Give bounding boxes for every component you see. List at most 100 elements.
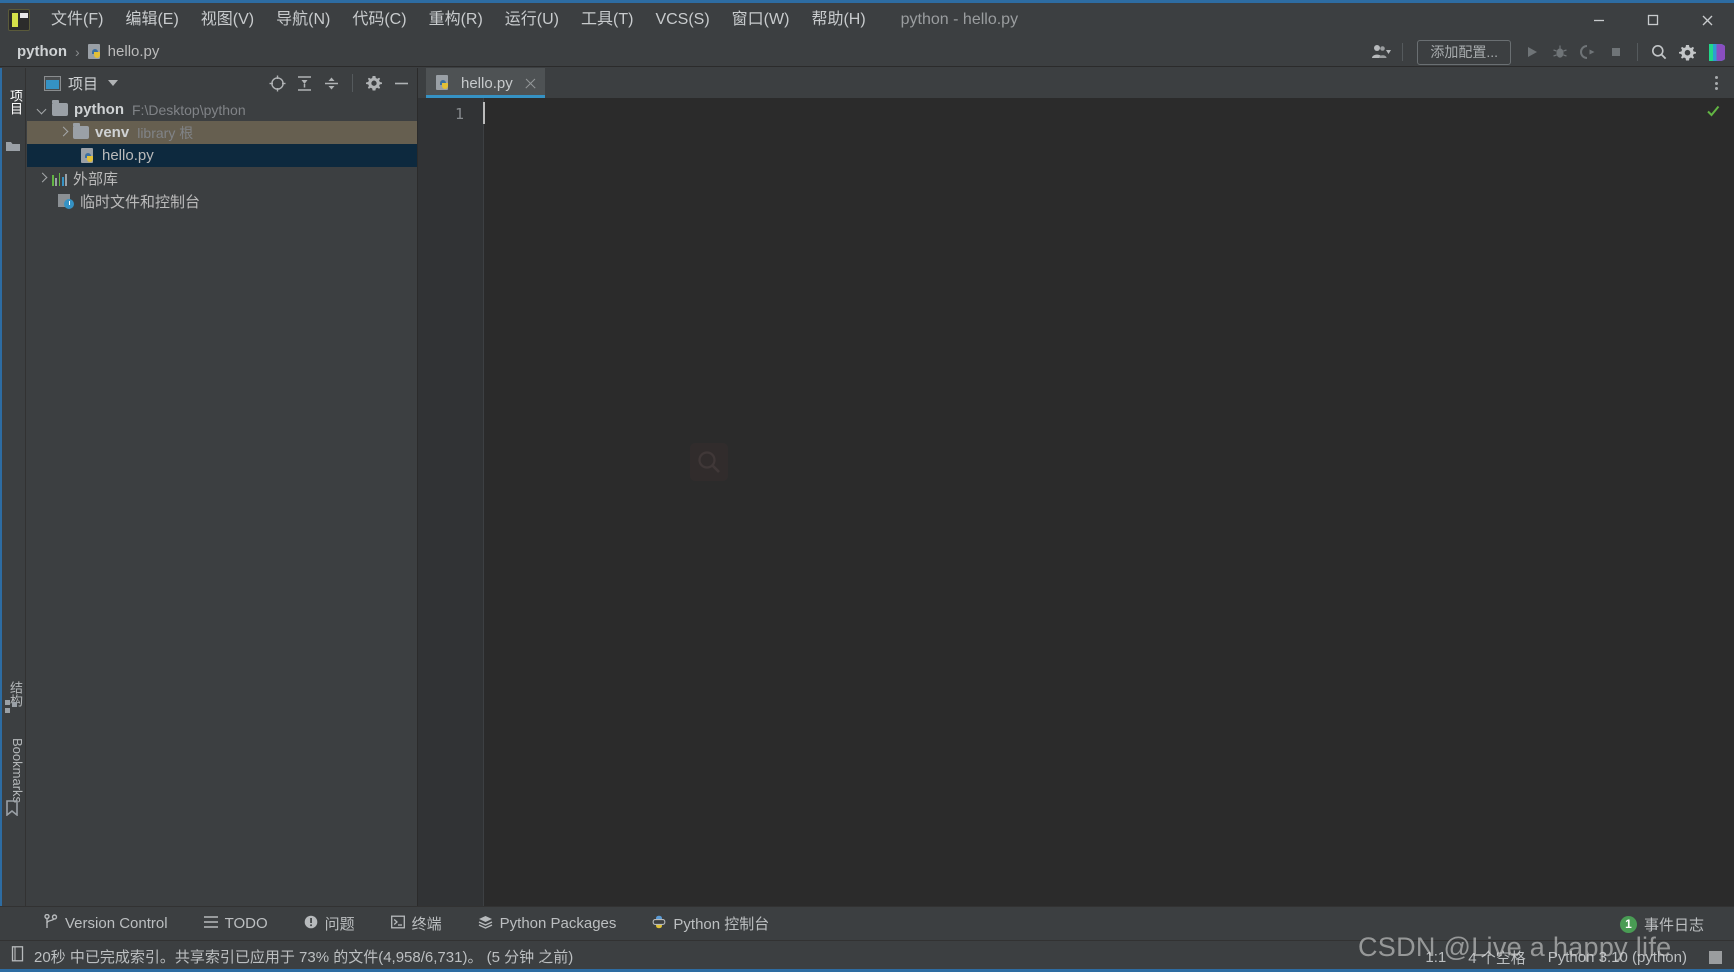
event-log-badge: 1 xyxy=(1619,915,1637,933)
tree-node-scratches-and-consoles[interactable]: 临时文件和控制台 xyxy=(27,190,417,213)
indent-setting[interactable]: 4 个空格 xyxy=(1468,947,1526,968)
tool-window-label: 问题 xyxy=(324,916,355,933)
chevron-right-icon[interactable] xyxy=(35,171,50,186)
project-panel-header: 项目 xyxy=(27,68,417,98)
settings-gear-icon[interactable] xyxy=(362,71,386,95)
window-title: python - hello.py xyxy=(900,11,1019,28)
minimize-button[interactable] xyxy=(1572,3,1626,37)
user-account-icon[interactable] xyxy=(1368,40,1394,64)
tree-node-python[interactable]: python F:\Desktop\python xyxy=(27,98,417,121)
menu-item-edit[interactable]: 编辑(E) xyxy=(114,6,189,34)
python-file-icon xyxy=(81,147,96,164)
menu-item-code[interactable]: 代码(C) xyxy=(341,6,417,34)
no-problems-ok-icon[interactable] xyxy=(1706,104,1720,118)
tool-window-todo[interactable]: TODO xyxy=(195,912,277,936)
breadcrumb-project[interactable]: python xyxy=(12,41,72,62)
menu-item-view[interactable]: 视图(V) xyxy=(190,6,265,34)
tool-window-label: 终端 xyxy=(411,916,442,933)
expand-all-icon[interactable] xyxy=(292,71,316,95)
tool-window-problems[interactable]: 问题 xyxy=(295,910,364,937)
search-everywhere-icon[interactable] xyxy=(1646,40,1672,64)
tool-window-label: Python 控制台 xyxy=(673,916,770,933)
tree-node-hello-py[interactable]: hello.py xyxy=(27,144,417,167)
tool-window-terminal[interactable]: 终端 xyxy=(382,910,451,937)
tool-window-event-log[interactable]: 1 事件日志 xyxy=(1611,911,1713,938)
chevron-right-icon[interactable] xyxy=(56,125,71,140)
external-libraries-icon xyxy=(52,172,67,186)
folder-icon xyxy=(73,123,89,139)
navbar-actions: 添加配置... xyxy=(1368,37,1728,67)
menu-item-tools[interactable]: 工具(T) xyxy=(570,6,644,34)
select-opened-file-icon[interactable] xyxy=(265,71,289,95)
python-file-icon xyxy=(436,75,451,91)
breadcrumb-separator: › xyxy=(75,43,80,60)
python-interpreter[interactable]: Python 3.10 (python) xyxy=(1548,949,1687,966)
maximize-button[interactable] xyxy=(1626,3,1680,37)
tool-window-label: TODO xyxy=(224,915,268,932)
chevron-down-icon[interactable] xyxy=(35,102,50,117)
tree-node-label: 临时文件和控制台 xyxy=(80,194,201,211)
left-stripe-accent xyxy=(0,68,2,906)
window-controls xyxy=(1572,3,1734,37)
menu-item-refactor[interactable]: 重构(R) xyxy=(418,6,494,34)
settings-gear-icon[interactable] xyxy=(1674,40,1700,64)
structure-grid-icon xyxy=(5,700,21,716)
editor-area: hello.py 1 xyxy=(418,68,1734,906)
pycharm-pro-icon[interactable] xyxy=(1702,40,1728,64)
debug-icon[interactable] xyxy=(1547,40,1573,64)
tool-window-version-control[interactable]: Version Control xyxy=(35,911,177,936)
panel-header-separator xyxy=(352,74,353,92)
editor-tab-label: hello.py xyxy=(461,74,513,92)
tree-node-tag: library 根 xyxy=(137,124,194,141)
tree-node-label: python xyxy=(74,101,124,118)
editor-fold-strip xyxy=(475,98,484,906)
bookmarks-icon[interactable] xyxy=(5,800,21,817)
breadcrumb-project-label: python xyxy=(17,43,67,60)
status-bar-left: 20秒 中已完成索引。共享索引已应用于 73% 的文件(4,958/6,731)… xyxy=(10,946,573,967)
tree-node-label: venv xyxy=(95,124,130,141)
menu-item-run[interactable]: 运行(U) xyxy=(494,6,570,34)
status-bar: 20秒 中已完成索引。共享索引已应用于 73% 的文件(4,958/6,731)… xyxy=(0,940,1734,972)
code-editor[interactable]: 1 xyxy=(418,98,1734,906)
run-with-coverage-icon[interactable] xyxy=(1575,40,1601,64)
add-configuration-button[interactable]: 添加配置... xyxy=(1417,39,1511,65)
chevron-down-icon[interactable] xyxy=(108,80,119,86)
python-console-icon xyxy=(652,915,666,933)
collapse-all-icon[interactable] xyxy=(319,71,343,95)
breadcrumb-file-label: hello.py xyxy=(107,43,160,60)
close-button[interactable] xyxy=(1680,3,1734,37)
project-panel-actions xyxy=(265,68,413,98)
menu-item-file[interactable]: 文件(F) xyxy=(40,6,114,34)
scratches-and-consoles-icon xyxy=(58,194,74,209)
tool-window-python-packages[interactable]: Python Packages xyxy=(469,912,626,936)
python-packages-icon xyxy=(478,915,493,933)
editor-gutter: 1 xyxy=(418,98,475,906)
tool-window-python-console[interactable]: Python 控制台 xyxy=(643,910,778,937)
menu-item-navigate[interactable]: 导航(N) xyxy=(265,6,341,34)
menu-item-window[interactable]: 窗口(W) xyxy=(721,6,801,34)
search-everywhere-watermark-icon xyxy=(690,443,728,481)
navigation-bar: python › hello.py 添加配置... xyxy=(0,37,1734,67)
indexing-status-icon[interactable] xyxy=(10,946,25,967)
hide-panel-icon[interactable] xyxy=(389,71,413,95)
more-options-icon[interactable] xyxy=(1708,75,1724,91)
python-file-icon xyxy=(87,43,103,60)
sidebar-item-project[interactable]: 项目 xyxy=(3,74,25,130)
stop-icon[interactable] xyxy=(1603,40,1629,64)
line-number: 1 xyxy=(454,105,464,123)
version-control-branch-icon xyxy=(44,913,58,933)
close-icon[interactable] xyxy=(524,77,537,90)
caret-position[interactable]: 1:1 xyxy=(1425,949,1446,966)
editor-tab-hello-py[interactable]: hello.py xyxy=(426,68,545,98)
tool-window-bar-right: 1 事件日志 xyxy=(1602,907,1722,941)
menu-item-vcs[interactable]: VCS(S) xyxy=(644,6,720,34)
run-icon[interactable] xyxy=(1519,40,1545,64)
status-bar-message: 20秒 中已完成索引。共享索引已应用于 73% 的文件(4,958/6,731)… xyxy=(34,949,574,966)
tree-node-venv[interactable]: venv library 根 xyxy=(27,121,417,144)
terminal-icon xyxy=(390,915,405,933)
breadcrumb-file[interactable]: hello.py xyxy=(83,41,165,62)
menu-item-help[interactable]: 帮助(H) xyxy=(800,6,876,34)
file-encoding-block-icon[interactable] xyxy=(1709,950,1722,964)
commit-tool-window-icon[interactable] xyxy=(5,138,21,154)
tree-node-external-libraries[interactable]: 外部库 xyxy=(27,167,417,190)
